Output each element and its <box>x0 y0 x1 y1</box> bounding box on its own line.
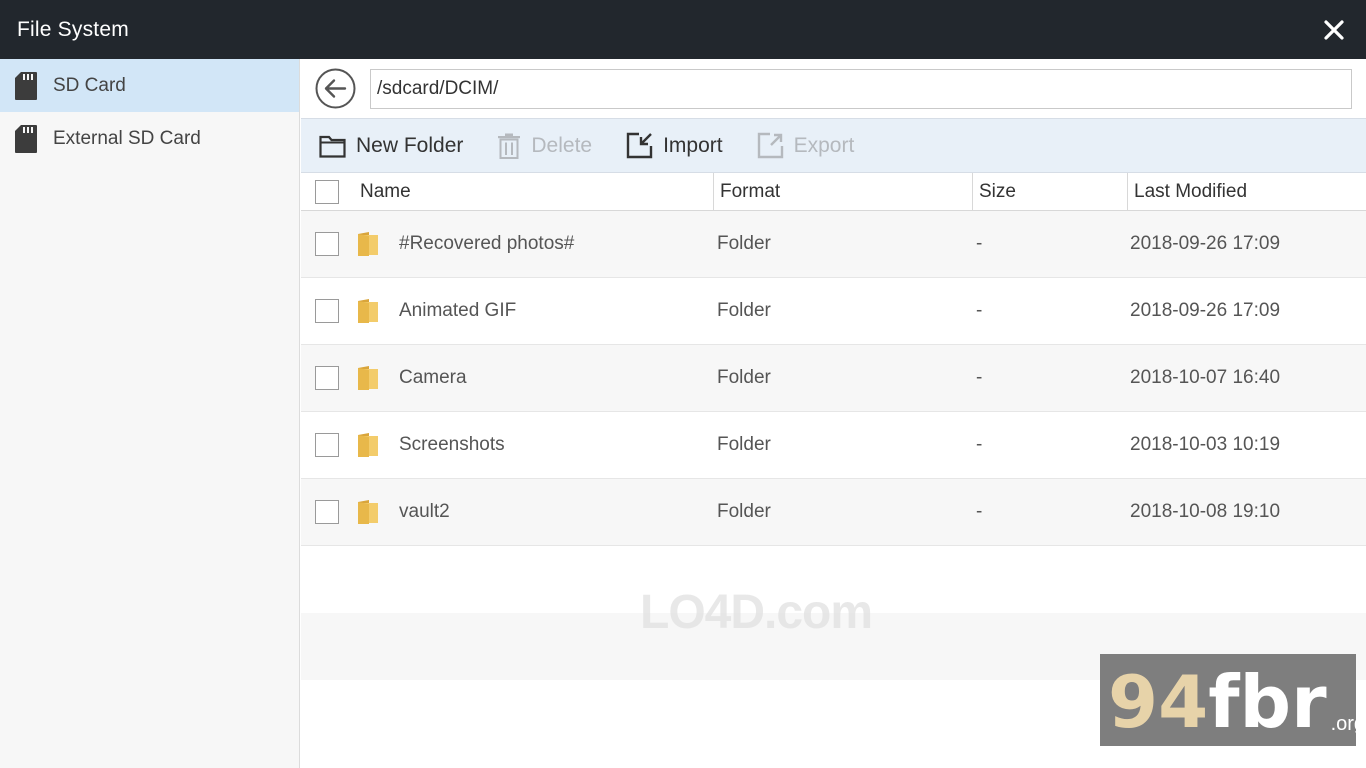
table-row[interactable]: Animated GIF Folder - 2018-09-26 17:09 <box>301 278 1366 345</box>
column-size-label: Size <box>979 180 1016 202</box>
export-button[interactable]: Export <box>757 132 855 159</box>
file-modified: 2018-09-26 17:09 <box>1130 300 1281 321</box>
folder-outline-icon <box>319 135 346 158</box>
close-icon[interactable] <box>1320 16 1348 44</box>
file-name: Camera <box>399 367 467 388</box>
file-modified: 2018-10-03 10:19 <box>1130 434 1281 455</box>
column-format[interactable]: Format <box>714 172 973 211</box>
file-name: Screenshots <box>399 434 505 455</box>
table-row[interactable]: Camera Folder - 2018-10-07 16:40 <box>301 345 1366 412</box>
empty-row <box>301 546 1366 613</box>
file-format: Folder <box>717 501 771 522</box>
import-icon <box>626 132 653 159</box>
import-button[interactable]: Import <box>626 132 723 159</box>
new-folder-label: New Folder <box>356 133 464 157</box>
badge-text: fbr <box>1208 660 1327 744</box>
folder-icon <box>358 232 378 256</box>
row-checkbox[interactable] <box>315 299 339 323</box>
sidebar-item-sd-card[interactable]: SD Card <box>0 59 299 112</box>
folder-icon <box>358 500 378 524</box>
folder-icon <box>358 299 378 323</box>
file-name: vault2 <box>399 501 450 522</box>
badge-number: 94 <box>1108 660 1209 744</box>
file-format: Folder <box>717 300 771 321</box>
file-size: - <box>976 233 983 254</box>
file-size: - <box>976 300 983 321</box>
file-format: Folder <box>717 367 771 388</box>
delete-label: Delete <box>531 133 593 157</box>
export-label: Export <box>793 133 855 157</box>
sidebar-item-external-sd-card[interactable]: External SD Card <box>0 112 299 165</box>
row-checkbox[interactable] <box>315 366 339 390</box>
file-modified: 2018-10-07 16:40 <box>1130 367 1281 388</box>
new-folder-button[interactable]: New Folder <box>319 133 463 158</box>
sidebar-item-label: SD Card <box>53 74 126 96</box>
folder-icon <box>358 433 378 457</box>
file-name: #Recovered photos# <box>399 233 575 254</box>
file-size: - <box>976 434 983 455</box>
site-badge: 94 fbr .org <box>1100 654 1365 746</box>
folder-icon <box>358 366 378 390</box>
column-last-modified[interactable]: Last Modified <box>1128 173 1366 211</box>
file-size: - <box>976 501 983 522</box>
select-all-checkbox[interactable] <box>315 179 339 204</box>
toolbar: New Folder Delete Import Export <box>301 118 1366 173</box>
table-row[interactable]: vault2 Folder - 2018-10-08 19:10 <box>301 479 1366 546</box>
sd-card-icon <box>15 124 37 153</box>
path-input[interactable] <box>370 68 1352 109</box>
column-name[interactable]: Name <box>301 172 714 211</box>
file-name: Animated GIF <box>399 300 517 321</box>
file-modified: 2018-10-08 19:10 <box>1130 501 1281 522</box>
sd-card-icon <box>15 71 37 100</box>
title-bar: File System <box>0 0 1366 59</box>
path-bar <box>301 59 1366 118</box>
window-title: File System <box>17 17 129 41</box>
import-label: Import <box>663 133 723 157</box>
badge-tld: .org <box>1330 713 1366 735</box>
table-row[interactable]: Screenshots Folder - 2018-10-03 10:19 <box>301 412 1366 479</box>
delete-button[interactable]: Delete <box>497 133 592 159</box>
trash-icon <box>498 133 521 159</box>
column-name-label: Name <box>360 180 411 202</box>
file-modified: 2018-09-26 17:09 <box>1130 233 1281 254</box>
file-size: - <box>976 367 983 388</box>
sidebar: SD Card External SD Card <box>0 59 300 768</box>
row-checkbox[interactable] <box>315 500 339 524</box>
file-format: Folder <box>717 233 771 254</box>
row-checkbox[interactable] <box>315 433 339 457</box>
table-header: Name Format Size Last Modified <box>301 172 1366 211</box>
table-row[interactable]: #Recovered photos# Folder - 2018-09-26 1… <box>301 211 1366 278</box>
row-checkbox[interactable] <box>315 232 339 256</box>
column-format-label: Format <box>720 180 781 202</box>
file-format: Folder <box>717 434 771 455</box>
column-size[interactable]: Size <box>973 172 1128 211</box>
back-arrow-icon[interactable] <box>314 67 357 110</box>
sidebar-item-label: External SD Card <box>53 127 201 149</box>
column-modified-label: Last Modified <box>1134 180 1248 202</box>
export-icon <box>757 132 783 159</box>
